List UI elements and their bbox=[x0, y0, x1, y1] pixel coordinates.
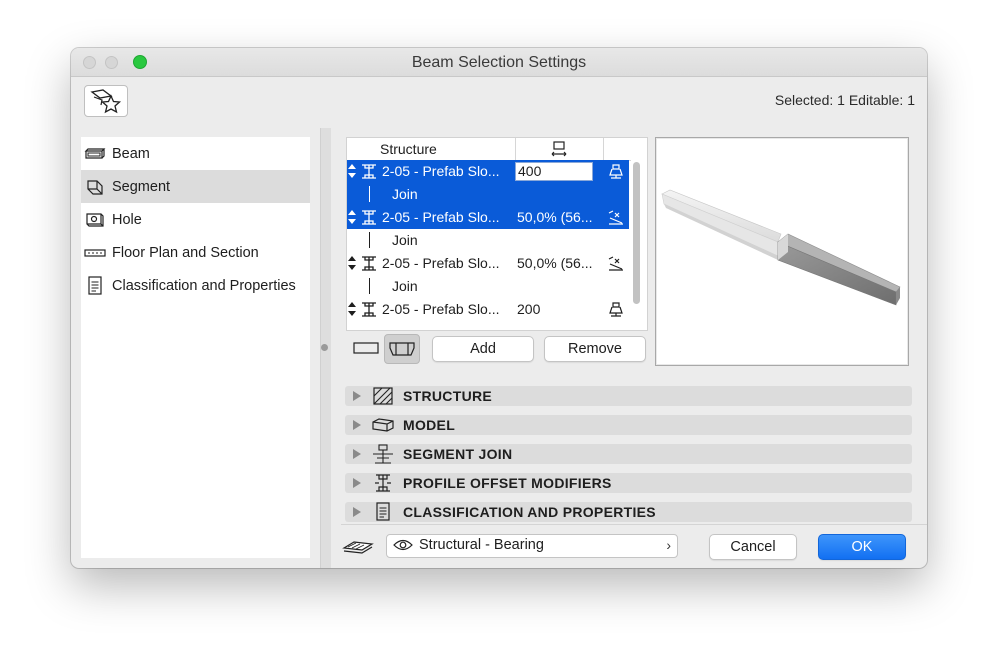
disclosure-triangle-icon bbox=[353, 507, 361, 517]
uniform-segment-icon[interactable] bbox=[607, 301, 625, 318]
hole-icon bbox=[84, 210, 106, 230]
sidebar-item-label: Segment bbox=[112, 178, 171, 195]
segment-icon bbox=[84, 177, 106, 197]
segment-join-icon bbox=[371, 444, 395, 464]
eye-icon bbox=[393, 539, 413, 551]
classification-icon bbox=[371, 502, 395, 522]
table-row-join[interactable]: Join bbox=[347, 229, 629, 252]
hatch-icon bbox=[371, 386, 395, 406]
column-header-type[interactable] bbox=[603, 138, 631, 161]
floor-plan-icon bbox=[84, 243, 106, 263]
ok-button[interactable]: OK bbox=[818, 534, 906, 560]
i-beam-profile-icon bbox=[362, 256, 376, 271]
table-row[interactable]: 2-05 - Prefab Slo... 50,0% (56... bbox=[347, 252, 629, 275]
table-row[interactable]: 2-05 - Prefab Slo... 50,0% (56... bbox=[347, 206, 629, 229]
segmented-beam-view-button[interactable] bbox=[384, 334, 420, 364]
classification-icon bbox=[84, 275, 106, 296]
sidebar-item-label: Classification and Properties bbox=[112, 277, 296, 294]
sidebar-item-beam[interactable]: Beam bbox=[81, 137, 310, 170]
beam-selection-settings-window: Beam Selection Settings Selected: 1 Edit… bbox=[71, 48, 927, 568]
sidebar-item-classification-and-properties[interactable]: Classification and Properties bbox=[81, 269, 310, 302]
disclosure-triangle-icon bbox=[353, 449, 361, 459]
section-profile-offset-modifiers[interactable]: PROFILE OFFSET MODIFIERS bbox=[345, 473, 912, 493]
section-structure[interactable]: STRUCTURE bbox=[345, 386, 912, 406]
table-row-join[interactable]: Join bbox=[347, 275, 629, 298]
model-icon bbox=[371, 415, 395, 435]
reorder-arrows-icon[interactable] bbox=[348, 210, 356, 224]
uniform-segment-icon[interactable] bbox=[607, 163, 625, 180]
length-icon bbox=[551, 141, 567, 157]
i-beam-profile-icon bbox=[362, 164, 376, 179]
footer-separator bbox=[341, 524, 927, 525]
reorder-arrows-icon[interactable] bbox=[348, 302, 356, 316]
chevron-right-icon: › bbox=[666, 537, 671, 553]
layer-settings-button[interactable] bbox=[341, 534, 375, 558]
table-row[interactable]: 2-05 - Prefab Slo... 400 bbox=[347, 160, 629, 183]
straight-beam-view-button[interactable] bbox=[349, 334, 383, 362]
segmented-beam-icon bbox=[389, 342, 415, 356]
sidebar-item-floor-plan-and-section[interactable]: Floor Plan and Section bbox=[81, 236, 310, 269]
join-connector bbox=[369, 186, 370, 202]
favorites-star-icon bbox=[90, 89, 122, 114]
i-beam-profile-icon bbox=[362, 302, 376, 317]
titlebar: Beam Selection Settings bbox=[71, 48, 927, 77]
section-classification-and-properties[interactable]: CLASSIFICATION AND PROPERTIES bbox=[345, 502, 912, 522]
window-title: Beam Selection Settings bbox=[411, 54, 587, 71]
sidebar-item-label: Floor Plan and Section bbox=[112, 244, 259, 261]
beam-icon bbox=[84, 144, 106, 164]
sidebar-item-label: Hole bbox=[112, 211, 142, 228]
layer-select[interactable]: Structural - Bearing › bbox=[386, 534, 678, 558]
reorder-arrows-icon[interactable] bbox=[348, 164, 356, 178]
table-row[interactable]: 2-05 - Prefab Slo... 200 bbox=[347, 298, 629, 321]
layer-value: Structural - Bearing bbox=[419, 537, 544, 553]
rectangle-icon bbox=[353, 342, 379, 354]
profile-offset-icon bbox=[371, 473, 395, 493]
disclosure-triangle-icon bbox=[353, 420, 361, 430]
favorites-button[interactable] bbox=[84, 85, 128, 117]
cancel-button[interactable]: Cancel bbox=[709, 534, 797, 560]
sidebar-item-segment[interactable]: Segment bbox=[81, 170, 310, 203]
splitter-handle[interactable] bbox=[321, 344, 328, 351]
beam-preview-render bbox=[661, 189, 901, 306]
sidebar-item-label: Beam bbox=[112, 145, 150, 162]
table-row-join[interactable]: Join bbox=[347, 183, 629, 206]
disclosure-triangle-icon bbox=[353, 478, 361, 488]
selection-info: Selected: 1 Editable: 1 bbox=[774, 92, 915, 108]
remove-segment-button[interactable]: Remove bbox=[544, 336, 646, 362]
section-model[interactable]: MODEL bbox=[345, 415, 912, 435]
tapered-segment-icon[interactable] bbox=[607, 255, 625, 272]
reorder-arrows-icon[interactable] bbox=[348, 256, 356, 270]
table-scrollbar[interactable] bbox=[633, 162, 640, 304]
sidebar-item-hole[interactable]: Hole bbox=[81, 203, 310, 236]
disclosure-triangle-icon bbox=[353, 391, 361, 401]
add-segment-button[interactable]: Add bbox=[432, 336, 534, 362]
beam-3d-preview[interactable] bbox=[655, 137, 909, 366]
settings-sidebar: Beam Segment Hole Floor Plan and Section… bbox=[81, 137, 310, 558]
segment-length-input[interactable]: 400 bbox=[515, 162, 593, 181]
layers-icon bbox=[342, 541, 374, 554]
column-header-length[interactable] bbox=[515, 138, 604, 161]
section-segment-join[interactable]: SEGMENT JOIN bbox=[345, 444, 912, 464]
join-connector bbox=[369, 278, 370, 294]
i-beam-profile-icon bbox=[362, 210, 376, 225]
column-header-structure[interactable]: Structure bbox=[347, 138, 516, 161]
segments-table: Structure 2-05 - Prefab Slo... 400 Join … bbox=[346, 137, 648, 331]
tapered-segment-icon[interactable] bbox=[607, 209, 625, 226]
join-connector bbox=[369, 232, 370, 248]
